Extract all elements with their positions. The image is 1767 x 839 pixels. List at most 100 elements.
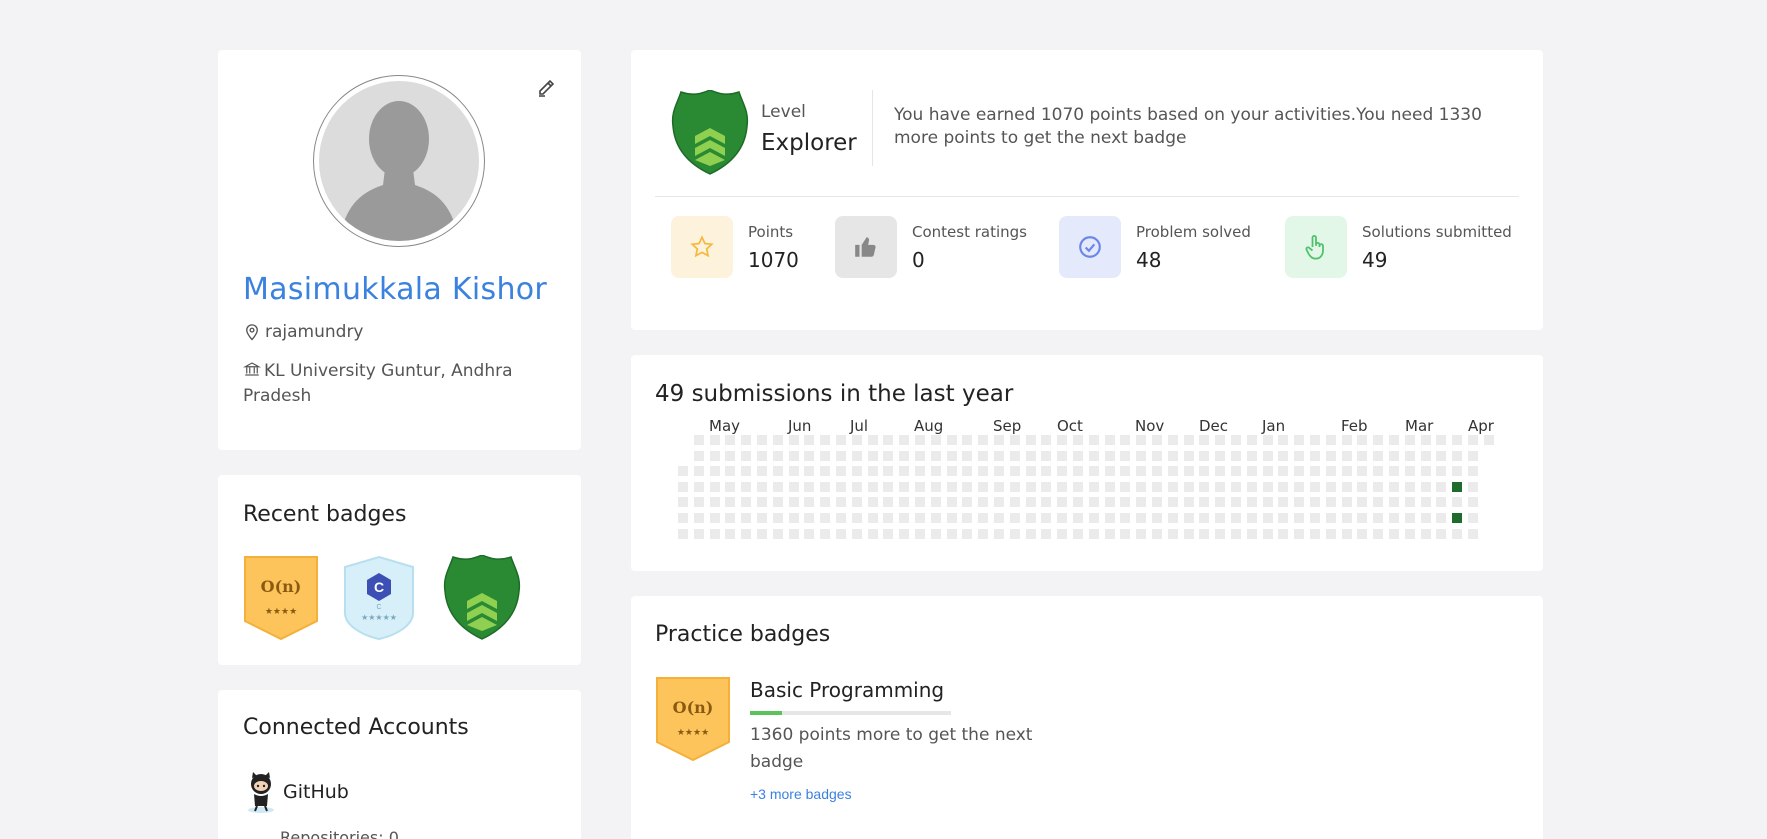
heatmap-cell[interactable]	[1184, 435, 1194, 445]
heatmap-cell[interactable]	[1089, 513, 1099, 523]
heatmap-cell[interactable]	[1184, 497, 1194, 507]
heatmap-cell[interactable]	[1421, 451, 1431, 461]
heatmap-cell[interactable]	[1010, 529, 1020, 539]
heatmap-cell[interactable]	[804, 435, 814, 445]
heatmap-cell[interactable]	[978, 435, 988, 445]
heatmap-cell[interactable]	[1026, 497, 1036, 507]
heatmap-cell[interactable]	[820, 497, 830, 507]
heatmap-cell[interactable]	[678, 513, 688, 523]
heatmap-cell[interactable]	[978, 513, 988, 523]
heatmap-cell[interactable]	[1199, 497, 1209, 507]
heatmap-cell[interactable]	[694, 482, 704, 492]
heatmap-cell[interactable]	[1468, 466, 1478, 476]
heatmap-cell[interactable]	[1152, 497, 1162, 507]
heatmap-cell[interactable]	[757, 435, 767, 445]
heatmap-cell[interactable]	[1452, 435, 1462, 445]
heatmap-cell[interactable]	[1278, 466, 1288, 476]
heatmap-cell[interactable]	[1168, 513, 1178, 523]
edit-profile-button[interactable]	[535, 76, 559, 100]
heatmap-cell[interactable]	[1405, 451, 1415, 461]
heatmap-cell[interactable]	[1215, 513, 1225, 523]
heatmap-cell[interactable]	[1168, 529, 1178, 539]
heatmap-cell[interactable]	[1468, 513, 1478, 523]
heatmap-cell[interactable]	[852, 451, 862, 461]
heatmap-cell[interactable]	[1199, 529, 1209, 539]
profile-name[interactable]: Masimukkala Kishor	[243, 272, 547, 307]
heatmap-cell[interactable]	[1342, 497, 1352, 507]
heatmap-cell[interactable]	[1231, 482, 1241, 492]
heatmap-cell[interactable]	[1041, 466, 1051, 476]
heatmap-cell[interactable]	[1278, 513, 1288, 523]
heatmap-cell[interactable]	[1436, 451, 1446, 461]
heatmap-cell[interactable]	[962, 513, 972, 523]
heatmap-cell[interactable]	[1373, 451, 1383, 461]
heatmap-cell[interactable]	[1263, 435, 1273, 445]
heatmap-cell[interactable]	[1199, 466, 1209, 476]
heatmap-cell[interactable]	[1247, 497, 1257, 507]
heatmap-cell[interactable]	[962, 497, 972, 507]
heatmap-cell[interactable]	[1089, 466, 1099, 476]
heatmap-cell[interactable]	[899, 529, 909, 539]
heatmap-cell[interactable]	[1089, 435, 1099, 445]
heatmap-cell[interactable]	[947, 451, 957, 461]
heatmap-cell[interactable]	[1342, 451, 1352, 461]
heatmap-cell[interactable]	[1247, 482, 1257, 492]
heatmap-cell[interactable]	[962, 466, 972, 476]
heatmap-cell[interactable]	[1041, 435, 1051, 445]
heatmap-cell[interactable]	[773, 482, 783, 492]
heatmap-cell[interactable]	[947, 466, 957, 476]
heatmap-cell[interactable]	[1026, 482, 1036, 492]
heatmap-cell[interactable]	[1105, 513, 1115, 523]
heatmap-cell[interactable]	[1152, 451, 1162, 461]
heatmap-cell[interactable]	[1010, 466, 1020, 476]
heatmap-cell[interactable]	[915, 451, 925, 461]
heatmap-cell[interactable]	[1389, 482, 1399, 492]
heatmap-cell[interactable]	[1294, 451, 1304, 461]
heatmap-cell[interactable]	[804, 482, 814, 492]
heatmap-cell[interactable]	[1326, 482, 1336, 492]
heatmap-cell[interactable]	[1326, 435, 1336, 445]
heatmap-cell[interactable]	[1026, 451, 1036, 461]
heatmap-cell[interactable]	[836, 466, 846, 476]
heatmap-cell[interactable]	[741, 482, 751, 492]
heatmap-cell[interactable]	[1089, 497, 1099, 507]
heatmap-cell[interactable]	[1326, 513, 1336, 523]
heatmap-cell[interactable]	[883, 451, 893, 461]
heatmap-cell[interactable]	[883, 497, 893, 507]
heatmap-cell[interactable]	[741, 529, 751, 539]
heatmap-cell[interactable]	[757, 451, 767, 461]
heatmap-cell[interactable]	[710, 466, 720, 476]
heatmap-cell[interactable]	[1073, 529, 1083, 539]
heatmap-cell[interactable]	[1373, 482, 1383, 492]
heatmap-cell[interactable]	[1405, 529, 1415, 539]
heatmap-cell[interactable]	[1294, 482, 1304, 492]
heatmap-cell[interactable]	[1120, 435, 1130, 445]
heatmap-cell[interactable]	[868, 482, 878, 492]
heatmap-cell[interactable]	[883, 482, 893, 492]
heatmap-cell[interactable]	[1263, 482, 1273, 492]
heatmap-cell[interactable]	[820, 529, 830, 539]
heatmap-cell[interactable]	[1073, 435, 1083, 445]
heatmap-cell[interactable]	[1452, 482, 1462, 492]
heatmap-cell[interactable]	[1310, 513, 1320, 523]
heatmap-cell[interactable]	[678, 466, 688, 476]
heatmap-cell[interactable]	[899, 466, 909, 476]
heatmap-cell[interactable]	[1389, 435, 1399, 445]
explorer-shield-badge[interactable]	[443, 554, 521, 646]
heatmap-cell[interactable]	[947, 513, 957, 523]
heatmap-cell[interactable]	[994, 435, 1004, 445]
heatmap-cell[interactable]	[1199, 513, 1209, 523]
heatmap-cell[interactable]	[741, 497, 751, 507]
heatmap-cell[interactable]	[1326, 451, 1336, 461]
heatmap-cell[interactable]	[1231, 513, 1241, 523]
heatmap-cell[interactable]	[1215, 529, 1225, 539]
heatmap-cell[interactable]	[1152, 466, 1162, 476]
heatmap-cell[interactable]	[1263, 497, 1273, 507]
heatmap-cell[interactable]	[820, 435, 830, 445]
heatmap-cell[interactable]	[1405, 435, 1415, 445]
heatmap-cell[interactable]	[1421, 466, 1431, 476]
heatmap-cell[interactable]	[1168, 497, 1178, 507]
heatmap-cell[interactable]	[1342, 482, 1352, 492]
heatmap-cell[interactable]	[1152, 513, 1162, 523]
heatmap-cell[interactable]	[962, 435, 972, 445]
